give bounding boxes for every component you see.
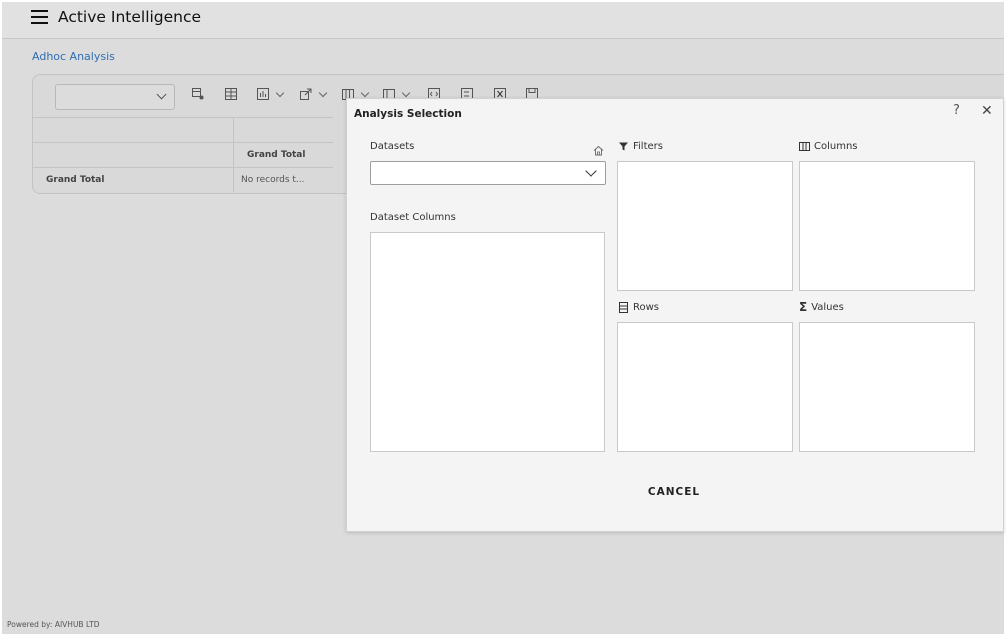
top-bar: Active Intelligence [2,2,1004,39]
grid-cell: No records t... [241,175,305,185]
values-label: Σ Values [799,300,844,314]
analysis-selection-dialog: Analysis Selection ? ✕ Datasets Dataset … [346,98,1004,532]
chevron-down-icon [156,89,167,100]
close-icon[interactable]: ✕ [981,103,993,119]
table-settings-icon[interactable] [192,88,204,100]
breadcrumb-adhoc-analysis[interactable]: Adhoc Analysis [32,50,115,63]
rows-icon [618,302,629,313]
filters-dropzone[interactable] [617,161,793,291]
hamburger-menu-icon[interactable] [31,9,49,25]
dataset-columns-label: Dataset Columns [370,212,456,223]
rows-dropzone[interactable] [617,322,793,452]
rows-label-text: Rows [633,302,660,313]
grid-row-header: Grand Total [46,175,105,185]
dataset-columns-list[interactable] [370,232,605,452]
filters-label: Filters [618,141,663,152]
columns-dropzone[interactable] [799,161,975,291]
export-icon[interactable] [300,88,312,100]
layout-alt-dropdown-chevron-icon[interactable] [401,88,411,98]
toolbar-select[interactable] [55,84,175,110]
columns-label: Columns [799,141,858,152]
filters-label-text: Filters [633,141,663,152]
columns-label-text: Columns [814,141,858,152]
chart-icon[interactable] [257,88,269,100]
filter-icon [618,141,629,152]
chart-dropdown-chevron-icon[interactable] [275,88,285,98]
grid-column-header: Grand Total [247,150,306,160]
cancel-button[interactable]: CANCEL [639,481,709,503]
columns-icon [799,141,810,152]
dialog-title: Analysis Selection [354,108,462,120]
values-dropzone[interactable] [799,322,975,452]
values-label-text: Values [811,302,844,313]
rows-label: Rows [618,302,659,313]
dataset-columns-label-text: Dataset Columns [370,212,456,223]
footer-text: Powered by: AIVHUB LTD [7,620,100,629]
app-title: Active Intelligence [58,8,202,26]
table-icon[interactable] [225,88,237,100]
datasets-select[interactable] [370,161,606,185]
layout-dropdown-chevron-icon[interactable] [360,88,370,98]
home-icon[interactable] [593,141,604,156]
help-icon[interactable]: ? [953,103,960,118]
chevron-down-icon [585,165,597,177]
sigma-icon: Σ [799,300,808,314]
datasets-label-text: Datasets [370,141,415,152]
export-dropdown-chevron-icon[interactable] [318,88,328,98]
datasets-label: Datasets [370,141,414,152]
